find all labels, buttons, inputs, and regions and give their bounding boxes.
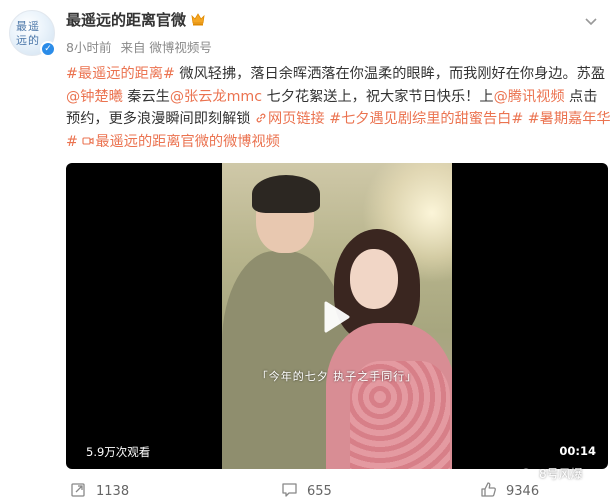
web-link-label: 网页链接 (267, 111, 325, 127)
comment-count: 655 (307, 484, 332, 499)
play-icon[interactable] (314, 296, 356, 338)
repost-button[interactable]: 1138 (70, 481, 129, 499)
like-button[interactable]: 9346 (480, 481, 539, 499)
video-subtitle: 「今年的七夕 执子之手同行」 (256, 370, 418, 383)
post-source: 来自 微博视频号 (120, 40, 212, 55)
post-text: 秦云生 (122, 88, 170, 105)
verified-badge-icon: ✓ (40, 41, 56, 57)
avatar-art: 最遥 远的 (16, 20, 40, 47)
comment-icon (282, 483, 297, 497)
wechat-icon (520, 468, 536, 480)
author-name[interactable]: 最遥远的距离官微 (66, 9, 186, 30)
like-count: 9346 (506, 484, 540, 499)
post-time[interactable]: 8小时前 (66, 40, 111, 55)
crown-icon (191, 13, 205, 26)
video-scene (350, 249, 398, 309)
link-icon (256, 113, 266, 123)
video-link-label: 最遥远的距离官微的微博视频 (95, 133, 280, 150)
mention-link[interactable]: @钟楚曦 (66, 89, 123, 105)
repost-count: 1138 (96, 484, 130, 499)
post-content: #最遥远的距离# 微风轻拂，落日余晖洒落在你温柔的眼眸，而我刚好在你身边。苏盈 @… (66, 63, 611, 153)
post-meta: 8小时前 来自 微博视频号 (66, 37, 217, 56)
watermark-text: 8号风爆 (539, 467, 583, 481)
chevron-down-icon[interactable] (583, 13, 599, 29)
topic-link[interactable]: #七夕遇见剧综里的甜蜜告白# (329, 111, 523, 127)
video-duration: 00:14 (559, 444, 596, 458)
video-scene (252, 175, 320, 213)
post-text: 七夕花絮送上，祝大家节日快乐！上 (262, 88, 494, 105)
post-text: 微风轻拂，落日余晖洒落在你温柔的眼眸，而我刚好在你身边。苏盈 (174, 66, 606, 82)
thumbs-up-icon (481, 482, 496, 497)
topic-link[interactable]: #最遥远的距离# (66, 66, 175, 82)
video-link[interactable]: 最遥远的距离官微的微博视频 (82, 133, 280, 150)
mention-link[interactable]: @腾讯视频 (494, 89, 565, 105)
video-icon (82, 136, 94, 145)
video-player[interactable]: 「今年的七夕 执子之手同行」 5.9万次观看 00:14 (66, 163, 608, 469)
mention-link[interactable]: @张云龙mmc (170, 89, 262, 105)
web-link[interactable]: 网页链接 (255, 111, 325, 127)
view-count: 5.9万次观看 (86, 445, 151, 459)
comment-button[interactable]: 655 (281, 481, 332, 499)
watermark: 8号风爆 (520, 465, 583, 482)
repost-icon (71, 483, 85, 497)
